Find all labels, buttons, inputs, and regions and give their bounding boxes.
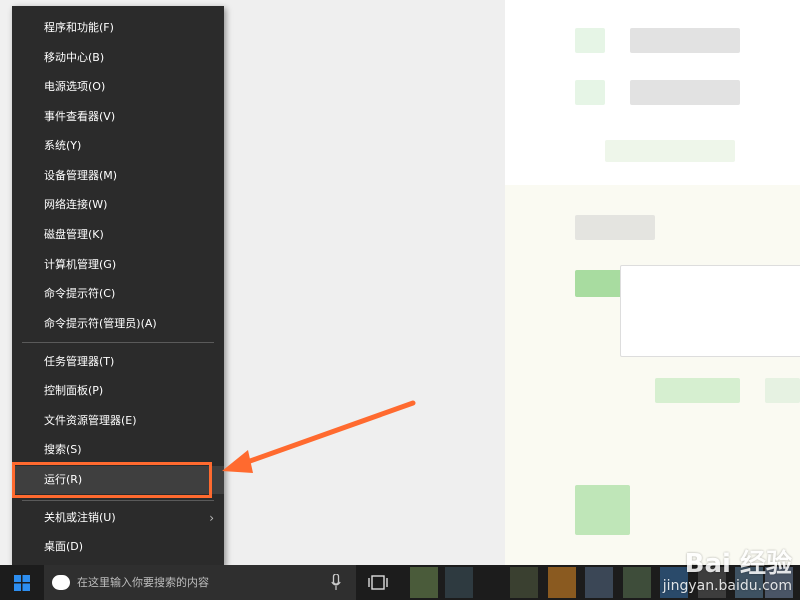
task-view-icon[interactable] <box>368 575 388 590</box>
annotation-arrow-icon <box>222 400 416 473</box>
start-button[interactable] <box>0 565 44 600</box>
baidu-jingyan-watermark: Bai 经验 jingyan.baidu.com <box>663 543 792 594</box>
taskbar-app-icon[interactable] <box>410 567 438 598</box>
taskbar-app-icon[interactable] <box>510 567 538 598</box>
microphone-icon[interactable] <box>331 574 341 591</box>
windows-logo-icon <box>14 574 30 591</box>
search-placeholder: 在这里输入你要搜索的内容 <box>77 576 209 589</box>
taskbar-app-icon[interactable] <box>623 567 651 598</box>
watermark-url: jingyan.baidu.com <box>662 578 792 594</box>
taskbar-app-icon[interactable] <box>548 567 576 598</box>
taskbar-app-icon[interactable] <box>445 567 473 598</box>
watermark-brand: Bai 经验 <box>684 549 792 579</box>
cortana-icon <box>52 575 70 590</box>
taskbar-app-icon[interactable] <box>585 567 613 598</box>
taskbar-search-box[interactable]: 在这里输入你要搜索的内容 <box>44 565 356 600</box>
